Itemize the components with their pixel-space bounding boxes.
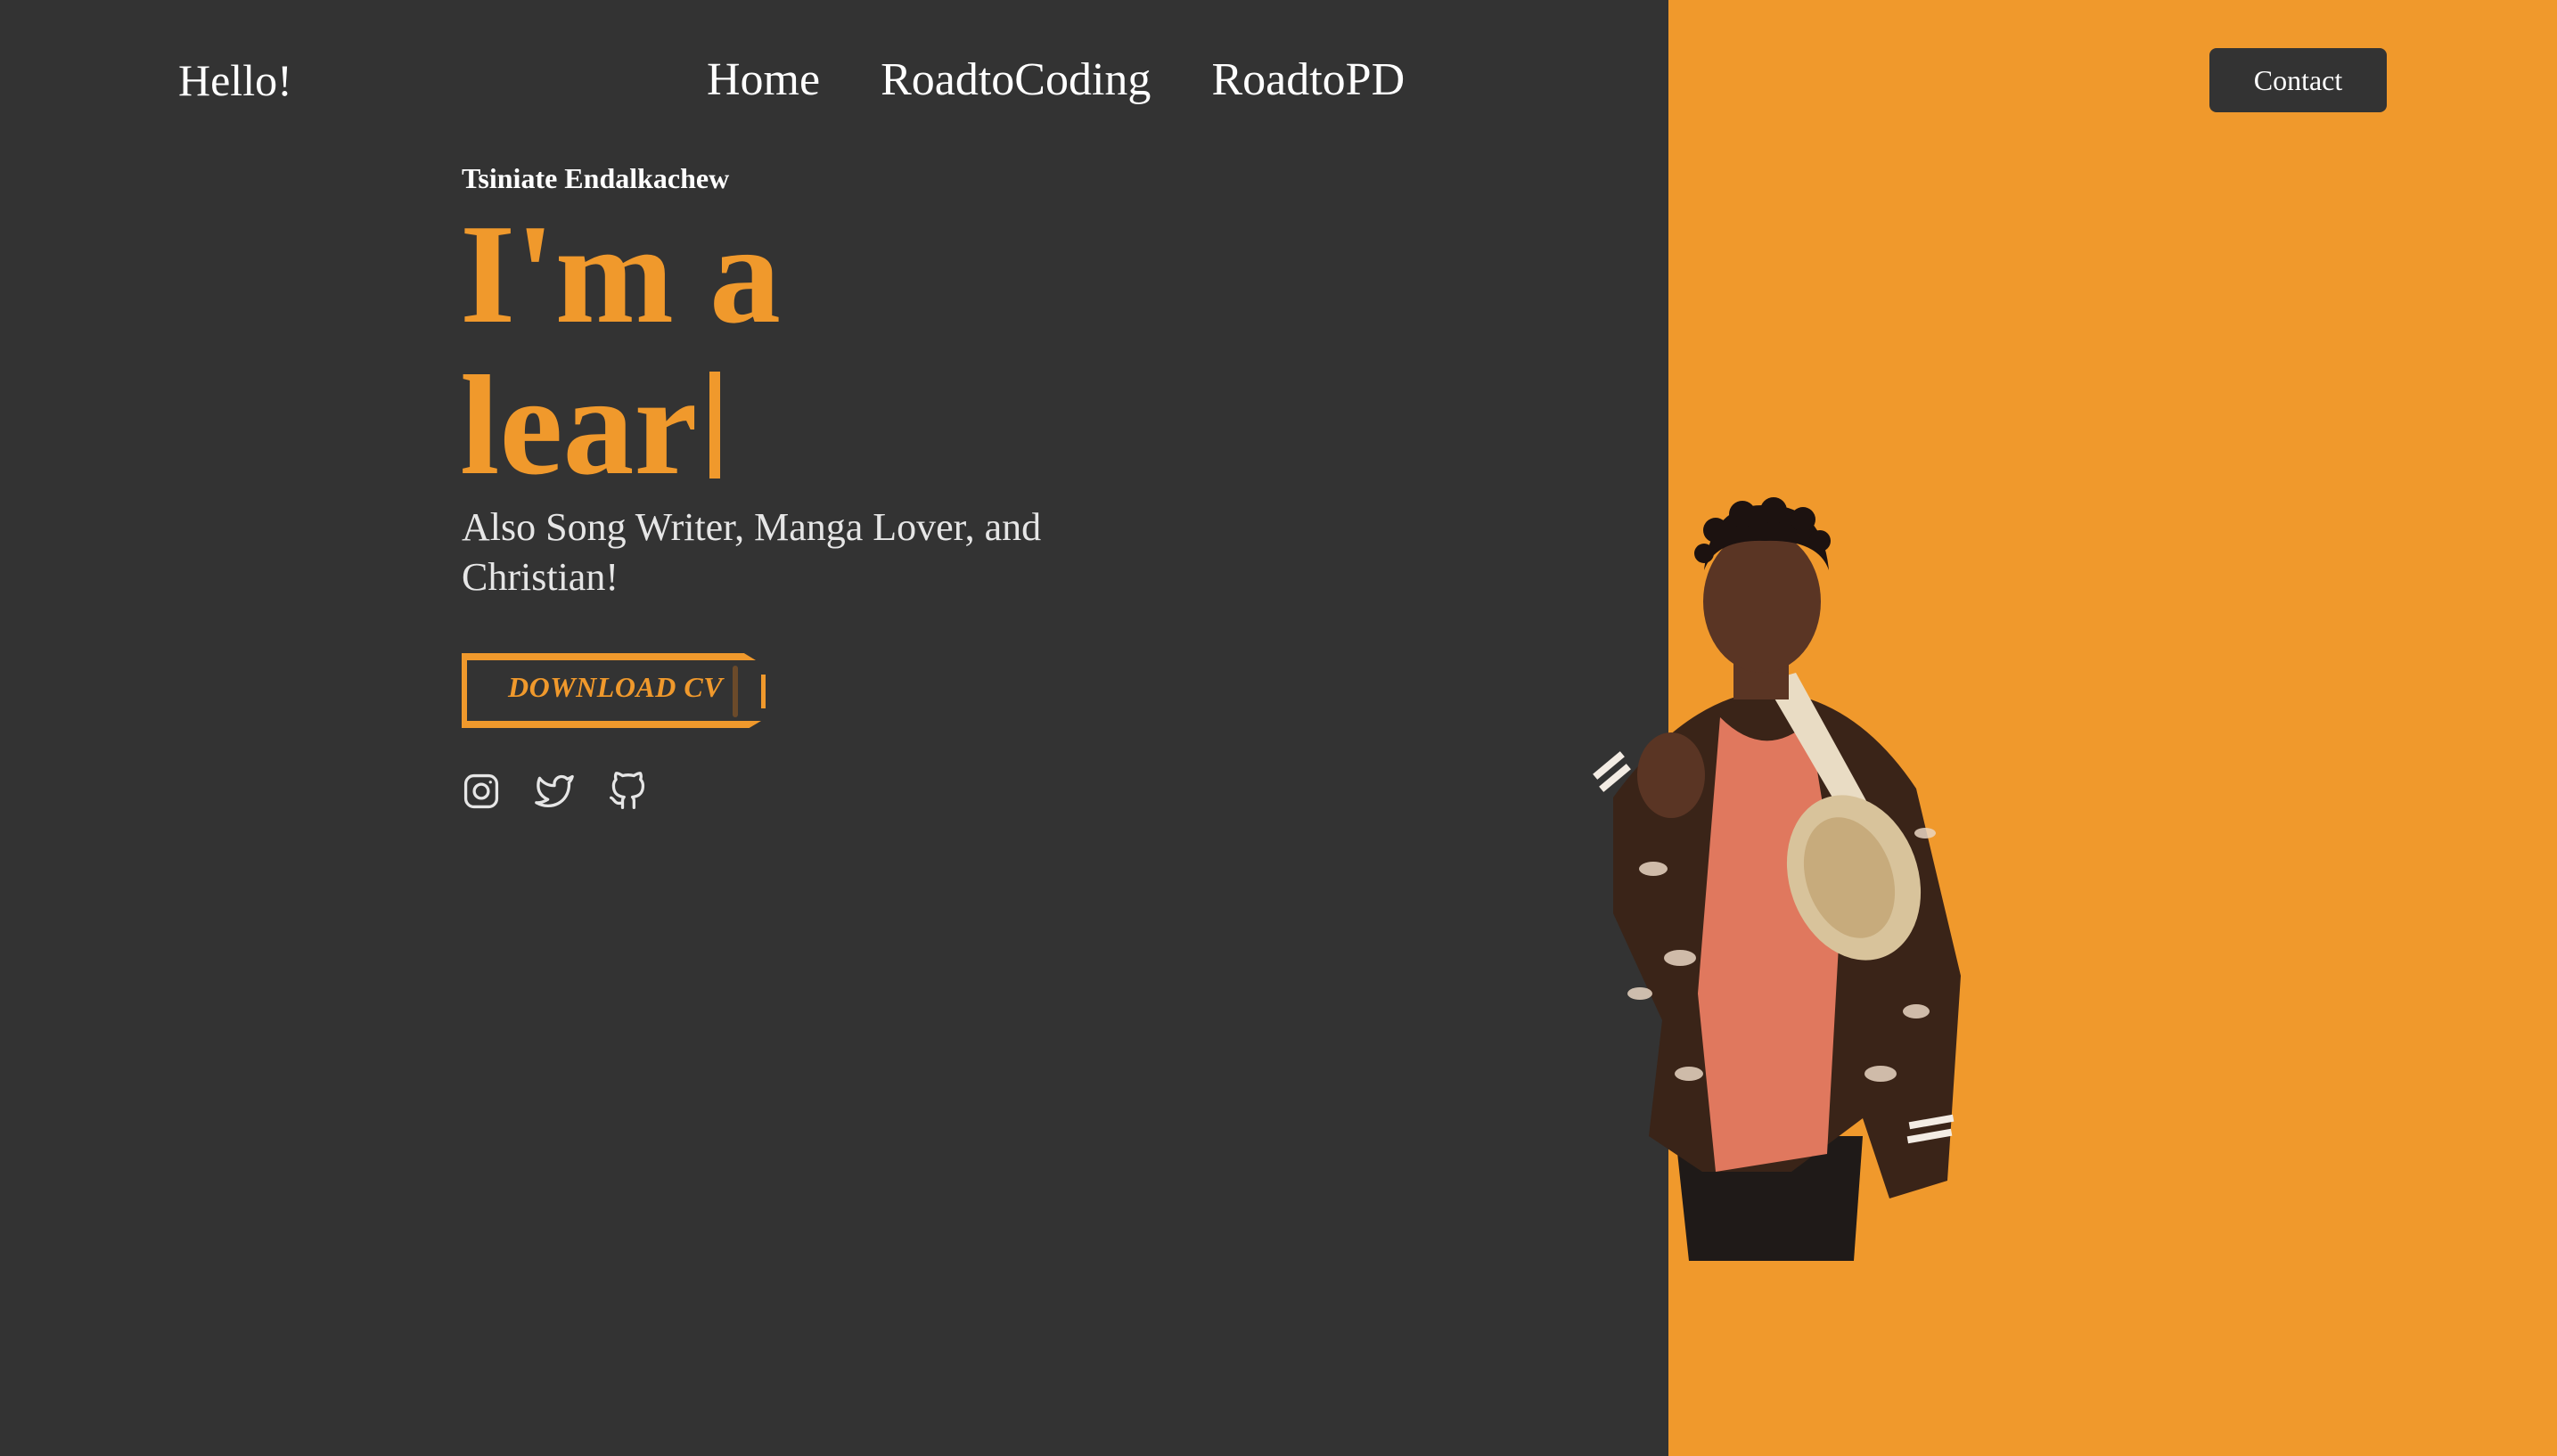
headline-line-1: I'm a <box>460 194 781 353</box>
hero-subtitle: Also Song Writer, Manga Lover, and Chris… <box>462 505 1042 599</box>
instagram-icon <box>463 773 499 809</box>
contact-button[interactable]: Contact <box>2209 48 2387 112</box>
social-links <box>462 772 647 811</box>
headline-line-2: lear <box>460 349 781 501</box>
brand-logo[interactable]: Hello! <box>178 48 292 112</box>
nav-link-roadtopd[interactable]: RoadtoPD <box>1211 48 1405 112</box>
hero-name: Tsiniate Endalkachew <box>462 162 730 194</box>
github-link[interactable] <box>608 772 647 811</box>
typing-text: lear <box>460 346 698 504</box>
typing-cursor <box>709 372 721 479</box>
profile-photo <box>1497 495 2032 1261</box>
nav-link-roadtocoding[interactable]: RoadtoCoding <box>881 48 1151 112</box>
download-cv-label: DOWNLOAD CV <box>508 671 724 703</box>
download-cv-button[interactable]: DOWNLOAD CV <box>462 653 766 728</box>
nav-link-home[interactable]: Home <box>707 48 820 112</box>
person-illustration <box>1593 497 1961 1261</box>
instagram-link[interactable] <box>462 772 501 811</box>
hero-headline: I'm a lear <box>460 198 781 501</box>
twitter-icon <box>535 774 574 808</box>
twitter-link[interactable] <box>535 772 574 811</box>
main-nav: Home RoadtoCoding RoadtoPD <box>707 48 1405 112</box>
cv-frame-tick <box>761 675 766 708</box>
cv-frame-inner-edge <box>733 666 738 717</box>
cv-frame-bottom <box>462 721 761 728</box>
github-icon <box>610 772 645 809</box>
cv-frame-top <box>462 653 756 660</box>
cv-frame-left <box>462 660 467 721</box>
